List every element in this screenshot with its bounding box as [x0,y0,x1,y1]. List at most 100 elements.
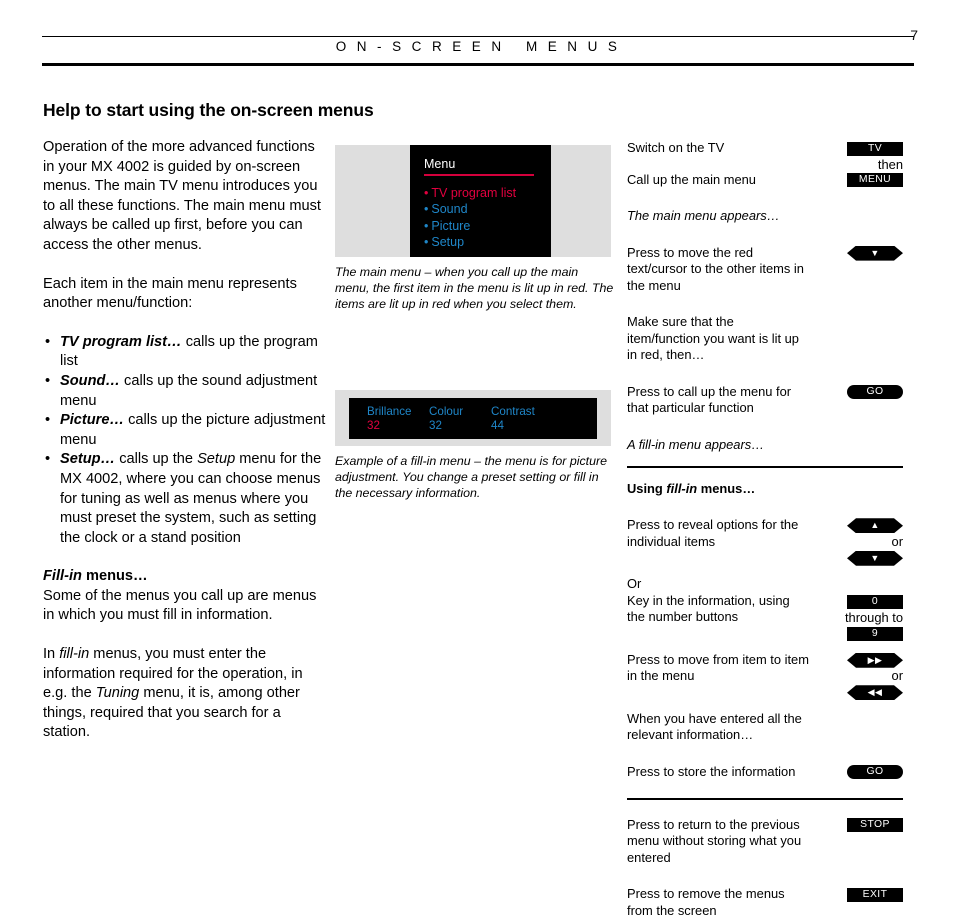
tv-menu-item-sound[interactable]: • Sound [424,201,551,218]
key-nine-button[interactable]: 9 [847,627,903,642]
key-connector-or: or [891,668,903,684]
header-rule-bottom [42,63,914,66]
step-return-previous-menu: Press to return to the previous menu wit… [627,817,903,867]
tv-menu-item-label: Sound [431,202,468,216]
tv-fillin-menu-screen: Brillance 32 Colour 32 Contrast 44 [349,398,597,439]
main-menu-caption: The main menu – when you call up the mai… [335,265,614,311]
key-tv-button[interactable]: TV [847,141,903,156]
fillin-value: 32 [429,419,442,432]
step-text: Make sure that the item/function you wan… [627,314,799,362]
heading-part-a: Using [627,480,667,496]
step-keys: 0 through to 9 [811,593,903,642]
step-text: Press to remove the menus from the scree… [627,886,785,918]
bullet-desc-italic: Setup [197,451,236,468]
gap [627,188,903,208]
fillin-paragraph: Some of the menus you call up are menus … [43,587,317,624]
step-text-or: Or [627,576,642,592]
heading-part-italic: fill-in [666,480,698,496]
tuning-text-a: In [43,646,60,663]
tv-menu-bullet-icon: • [424,218,429,233]
key-down-arrow-button[interactable]: ▼ [847,551,903,566]
bullet-term: Sound… [60,372,120,389]
step-reveal-options: Press to reveal options for the individu… [627,517,903,550]
gap [627,225,903,245]
key-exit-button[interactable]: EXIT [847,887,903,902]
gap [627,497,903,517]
header-title-row: O N - S C R E E N M E N U S 7 [42,27,918,63]
key-go-button[interactable]: GO [847,385,903,400]
key-menu-button[interactable]: MENU [847,173,903,188]
tv-menu-bullet-icon: • [424,235,429,249]
key-zero-button[interactable]: 0 [847,594,903,609]
step-keys: ▲ or ▼ [811,517,903,566]
center-gap [335,312,611,390]
section-divider-2 [627,798,903,800]
step-call-function-menu: Press to call up the menu for that parti… [627,384,903,417]
list-item: TV program list… calls up the program li… [43,333,329,372]
step-confirm-red: Make sure that the item/function you wan… [627,314,903,364]
fillin-cell-contrast[interactable]: Contrast 44 [491,405,553,433]
tv-menu-item-label: Picture [431,218,471,233]
step-text: Or Key in the information, using the numb… [627,576,809,626]
tv-main-menu-screen: Menu • TV program list • Sound • Picture • S… [410,145,551,257]
header-title: O N - S C R E E N M E N U S [335,39,621,54]
fillin-cell-colour[interactable]: Colour 32 [429,405,491,433]
intro-paragraph: Operation of the more advanced functions… [43,139,321,253]
tv-menu-item-picture[interactable]: • Picture [424,218,551,235]
fillin-label: Colour [429,405,464,418]
gap [627,866,903,886]
bullet-desc-a: calls up the [115,451,198,468]
step-text: Press to move from item to item in the m… [627,651,809,684]
step-keys: ▶▶ or ◀◀ [811,652,903,701]
page-title: Help to start using the on-screen menus [43,100,374,120]
tv-menu-item-label: TV program list [431,185,517,200]
gap [627,744,903,764]
key-forward-button[interactable]: ▶▶ [847,653,903,668]
tv-menu-item-label: Setup [431,235,465,249]
step-move-cursor: Press to move the red text/cursor to the… [627,245,903,295]
fillin-subheading-italic: Fill-in [43,568,82,585]
tv-menu-bullet-icon: • [424,202,429,216]
gap [627,417,903,437]
tuning-paragraph: In fill-in menus, you must enter the inf… [43,645,329,743]
key-stop-button[interactable]: STOP [847,818,903,833]
menu-item-list: TV program list… calls up the program li… [43,333,329,549]
step-store-information: Press to store the information GO [627,764,903,781]
left-column: Operation of the more advanced functions… [43,138,329,762]
gap [627,364,903,384]
note-text: The main menu appears… [627,208,780,223]
center-column: Menu • TV program list • Sound • Picture • S… [335,145,613,501]
note-main-menu-appears: The main menu appears… [627,208,903,225]
step-text-main: Key in the information, using the number… [627,592,790,625]
step-text: Press to reveal options for the individu… [627,517,799,549]
tv-menu-item-setup[interactable]: • Setup [424,234,551,251]
fillin-subheading-rest: menus… [81,568,148,585]
fillin-value: 44 [491,419,504,432]
key-up-arrow-button[interactable]: ▲ [847,518,903,533]
right-column: Switch on the TV TV then Call up the mai… [627,140,903,919]
tv-menu-title: Menu [424,157,456,171]
note-entered-all-info: When you have entered all the relevant i… [627,711,903,744]
tv-menu-bullet-icon: • [424,185,429,200]
step-text: Press to store the information [627,763,796,779]
step-text: Press to return to the previous menu wit… [627,816,802,865]
step-keys: TV then [811,140,903,173]
key-rewind-button[interactable]: ◀◀ [847,685,903,700]
tuning-italic-2: Tuning [95,685,140,702]
step-keys: ▼ [811,245,903,262]
tv-menu-item-tv-program-list[interactable]: • TV program list [424,185,551,202]
step-keys: MENU [811,172,903,189]
key-down-arrow-button[interactable]: ▼ [847,246,903,261]
fillin-label: Brillance [367,405,412,418]
list-item: Setup… calls up the Setup menu for the M… [43,450,329,548]
tv-menu-underline [424,174,534,176]
tuning-italic-1: fill-in [59,646,90,663]
fillin-cell-brillance[interactable]: Brillance 32 [367,405,429,433]
key-go-button[interactable]: GO [847,765,903,780]
bullet-term: TV program list… [60,333,182,350]
page-number: 7 [910,27,918,43]
key-connector-or: or [891,533,903,549]
key-connector-through-to: through to [844,609,903,625]
main-menu-screenshot-frame: Menu • TV program list • Sound • Picture • S… [335,145,611,257]
key-connector-then: then [877,156,903,172]
